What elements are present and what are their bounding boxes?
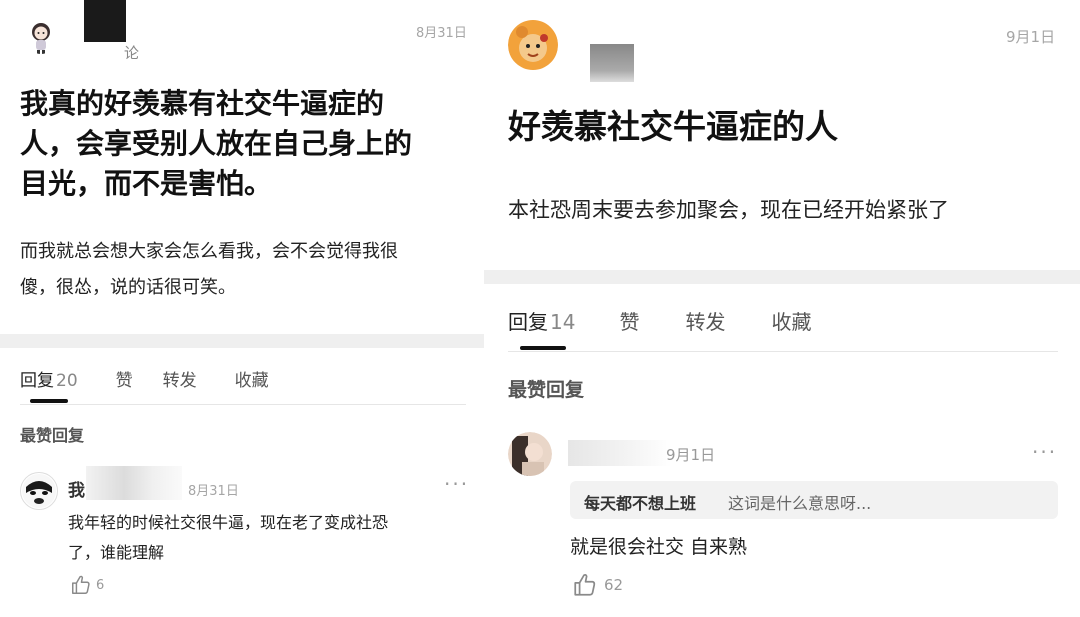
tabs-divider xyxy=(508,351,1058,352)
comment-date: 8月31日 xyxy=(188,484,239,499)
post-date: 9月1日 xyxy=(1006,28,1056,46)
commenter-avatar[interactable] xyxy=(20,472,58,510)
thumbs-up-icon xyxy=(574,574,596,596)
redacted-commenter-name xyxy=(86,466,182,500)
quoted-text: 这词是什么意思呀... xyxy=(728,494,872,513)
post-tabs: 回复 14 赞 转发 收藏 xyxy=(508,306,811,335)
redacted-author-name xyxy=(84,0,126,42)
tab-share[interactable]: 转发 xyxy=(685,306,725,335)
commenter-avatar[interactable] xyxy=(508,432,552,476)
top-replies-label: 最赞回复 xyxy=(20,426,85,445)
tab-share[interactable]: 转发 xyxy=(163,366,197,391)
tab-likes[interactable]: 赞 xyxy=(619,306,639,335)
post-body: 而我就总会想大家会怎么看我，会不会觉得我很 傻，很怂，说的话很可笑。 xyxy=(20,241,398,298)
meme-face-icon xyxy=(22,474,56,508)
post-title: 我真的好羡慕有社交牛逼症的 人，会享受别人放在自己身上的 目光，而不是害怕。 xyxy=(20,87,413,200)
more-options-icon[interactable]: ··· xyxy=(1032,440,1057,464)
active-tab-indicator xyxy=(520,346,566,350)
comment-like[interactable]: 6 xyxy=(70,574,104,596)
section-separator xyxy=(484,270,1080,284)
post-title: 好羡慕社交牛逼症的人 xyxy=(508,107,838,146)
post-body: 本社恐周末要去参加聚会，现在已经开始紧张了 xyxy=(508,198,949,222)
author-avatar[interactable] xyxy=(508,18,558,72)
person-photo-avatar-icon xyxy=(508,432,552,476)
author-name-fragment: 论 xyxy=(124,44,140,62)
top-replies-label: 最赞回复 xyxy=(508,379,585,401)
section-separator xyxy=(0,334,484,348)
tab-favorite[interactable]: 收藏 xyxy=(771,306,811,335)
cartoon-bear-avatar-icon xyxy=(508,20,558,70)
tab-favorite[interactable]: 收藏 xyxy=(235,366,269,391)
like-count: 6 xyxy=(96,577,105,593)
tab-likes[interactable]: 赞 xyxy=(116,366,133,391)
comment-like[interactable]: 62 xyxy=(572,572,623,598)
comment-text: 就是很会社交 自来熟 xyxy=(570,536,748,558)
like-count: 62 xyxy=(604,576,624,594)
tabs-divider xyxy=(20,404,466,405)
left-post-panel: 论 8月31日 我真的好羡慕有社交牛逼症的 人，会享受别人放在自己身上的 目光，… xyxy=(0,0,484,617)
commenter-name-fragment: 我 xyxy=(68,481,85,501)
quoted-reply: 每天都不想上班 这词是什么意思呀... xyxy=(570,481,1058,519)
right-post-panel: 9月1日 好羡慕社交牛逼症的人 本社恐周末要去参加聚会，现在已经开始紧张了 回复… xyxy=(484,0,1080,617)
active-tab-indicator xyxy=(30,399,68,403)
more-options-icon[interactable]: ··· xyxy=(444,472,469,496)
comment-date: 9月1日 xyxy=(666,446,716,464)
tab-replies[interactable]: 回复 14 xyxy=(508,306,575,335)
tab-replies[interactable]: 回复 20 xyxy=(20,366,78,391)
girl-avatar-icon xyxy=(32,23,50,54)
redacted-author-name xyxy=(590,44,634,82)
post-date: 8月31日 xyxy=(416,26,467,41)
comment-text: 我年轻的时候社交很牛逼，现在老了变成社恐 了，谁能理解 xyxy=(68,513,389,562)
thumbs-up-icon xyxy=(72,575,90,594)
author-avatar[interactable] xyxy=(26,20,56,54)
quoted-user-name[interactable]: 每天都不想上班 xyxy=(584,490,696,514)
post-tabs: 回复 20 赞 转发 收藏 xyxy=(20,366,269,391)
redacted-commenter-name xyxy=(568,440,672,466)
